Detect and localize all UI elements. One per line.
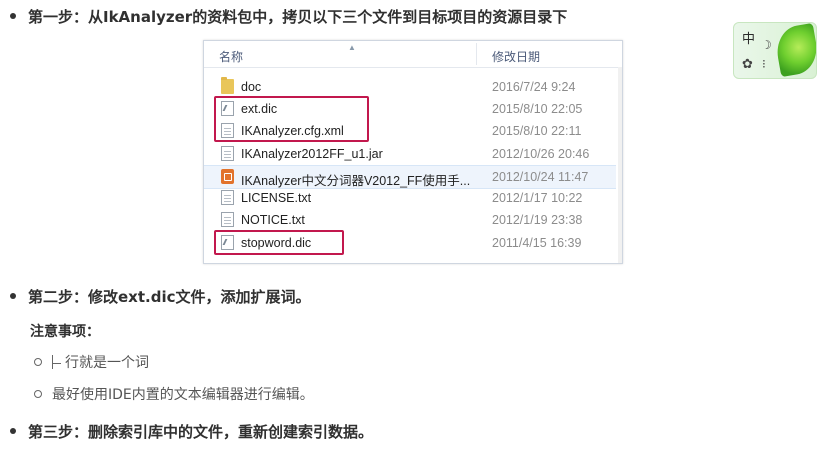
notes-heading: 注意事项： [30, 324, 100, 340]
scrollbar[interactable] [618, 67, 622, 263]
jar-file-icon [221, 146, 234, 161]
hollow-bullet-icon [34, 390, 42, 398]
step1-line: 第一步：从IkAnalyzer的资料包中，拷贝以下三个文件到目标项目的资源目录下 [10, 6, 567, 27]
more-icon[interactable]: ⁝ [762, 57, 766, 71]
file-name: IKAnalyzer2012FF_u1.jar [241, 147, 383, 161]
file-date: 2015/8/10 22:05 [492, 102, 583, 116]
pdf-file-icon [221, 169, 234, 184]
bullet-icon [10, 292, 16, 299]
file-date: 2016/7/24 9:24 [492, 80, 576, 94]
file-row-pdf[interactable]: IKAnalyzer中文分词器V2012_FF使用手... 2012/10/24… [204, 165, 616, 189]
bullet-icon [10, 427, 16, 434]
column-date-header[interactable]: 修改日期 [492, 48, 540, 65]
file-row-notice[interactable]: NOTICE.txt 2012/1/19 23:38 [204, 209, 616, 231]
file-date: 2012/1/17 10:22 [492, 191, 583, 205]
file-date: 2012/10/24 11:47 [492, 170, 589, 184]
step2-line: 第二步：修改ext.dic文件，添加扩展词。 [10, 286, 311, 307]
highlight-box-ext-cfg [214, 96, 369, 142]
column-separator[interactable] [476, 43, 477, 65]
leaf-icon [773, 23, 816, 78]
file-date: 2012/1/19 23:38 [492, 213, 583, 227]
column-name-header[interactable]: 名称 [219, 48, 243, 65]
file-name: NOTICE.txt [241, 213, 305, 227]
note1-line: 行就是一个词 [34, 352, 149, 372]
ime-mode-label[interactable]: 中 [742, 28, 755, 47]
line-break-icon [52, 355, 63, 369]
file-name: doc [241, 80, 262, 94]
file-explorer-panel: 名称 ▲ 修改日期 doc 2016/7/24 9:24 ext.dic 201… [203, 40, 623, 264]
column-header: 名称 ▲ 修改日期 [204, 41, 622, 68]
gear-icon[interactable]: ✿ [742, 57, 753, 72]
step2-text: 第二步：修改ext.dic文件，添加扩展词。 [28, 288, 311, 306]
bullet-icon [10, 12, 16, 19]
text-file-icon [221, 190, 234, 205]
step1-text: 第一步：从IkAnalyzer的资料包中，拷贝以下三个文件到目标项目的资源目录下 [28, 8, 568, 26]
file-row-doc[interactable]: doc 2016/7/24 9:24 [204, 76, 616, 98]
step3-line: 第三步：删除索引库中的文件，重新创建索引数据。 [10, 421, 373, 442]
file-row-license[interactable]: LICENSE.txt 2012/1/17 10:22 [204, 187, 616, 209]
file-date: 2015/8/10 22:11 [492, 124, 582, 138]
note2-text: 最好使用IDE内置的文本编辑器进行编辑。 [52, 387, 314, 403]
hollow-bullet-icon [34, 358, 42, 366]
file-name: LICENSE.txt [241, 191, 312, 205]
highlight-box-stopword [214, 230, 344, 255]
moon-icon[interactable]: ☽ [761, 38, 772, 52]
note1-text: 行就是一个词 [65, 355, 149, 371]
file-date: 2011/4/15 16:39 [492, 236, 582, 250]
file-date: 2012/10/26 20:46 [492, 147, 590, 161]
step3-text: 第三步：删除索引库中的文件，重新创建索引数据。 [28, 423, 374, 441]
ime-widget[interactable]: 中 ☽ ✿ ⁝ [733, 22, 817, 79]
note2-line: 最好使用IDE内置的文本编辑器进行编辑。 [34, 384, 314, 404]
file-row-jar[interactable]: IKAnalyzer2012FF_u1.jar 2012/10/26 20:46 [204, 143, 616, 165]
text-file-icon [221, 212, 234, 227]
folder-icon [221, 77, 234, 94]
sort-up-icon: ▲ [348, 43, 356, 52]
